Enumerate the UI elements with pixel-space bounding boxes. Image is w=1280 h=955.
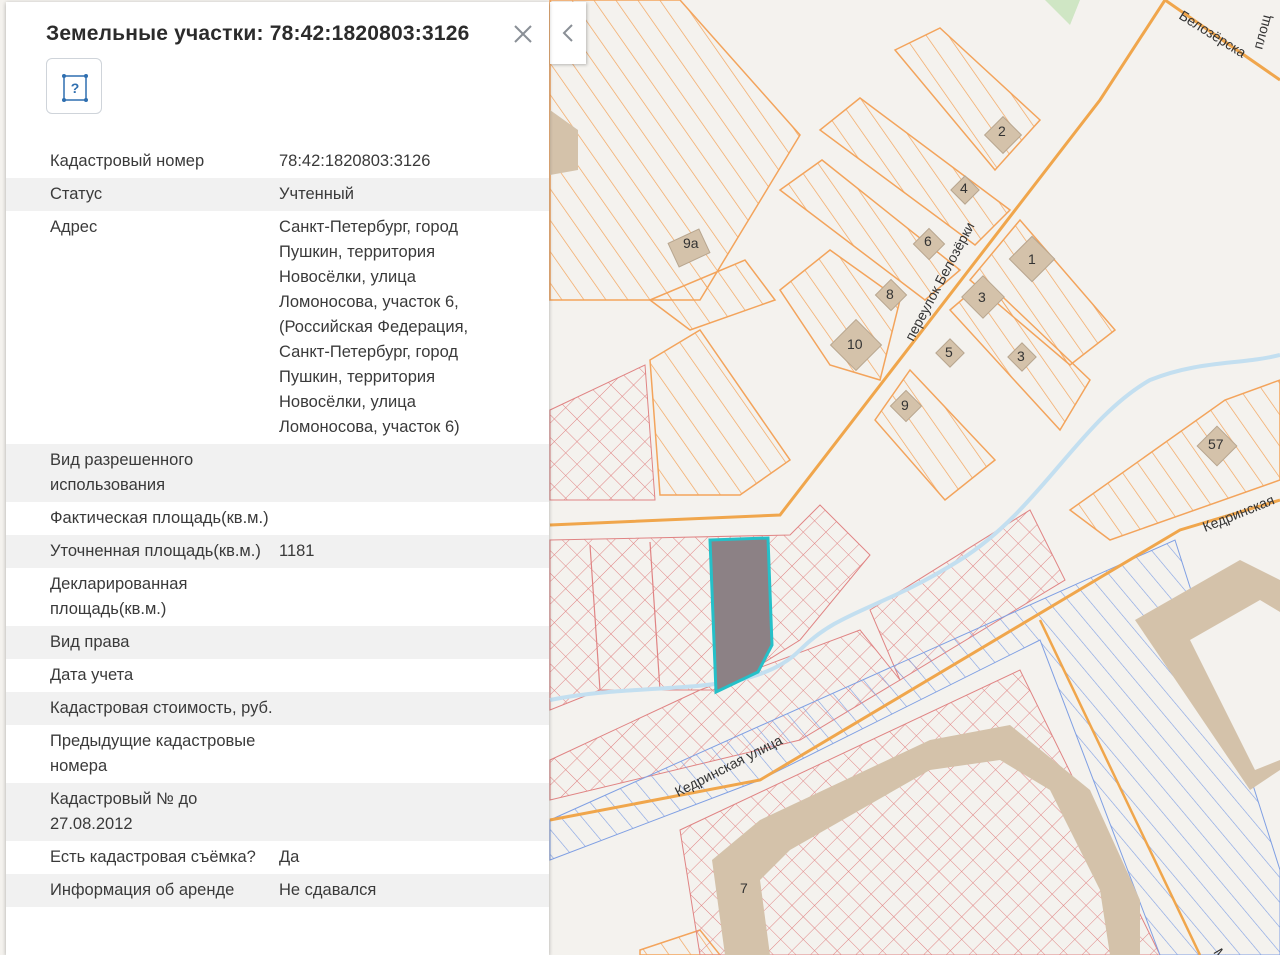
property-value — [279, 729, 509, 779]
house-number-label: 4 — [960, 180, 968, 196]
property-row: Кадастровый номер 78:42:1820803:3126 — [6, 145, 549, 178]
property-key: Вид права — [50, 633, 130, 651]
property-key: Есть кадастровая съёмка? — [50, 848, 256, 866]
house-number-label: 6 — [924, 233, 932, 249]
house-number-label: 57 — [1208, 436, 1224, 452]
property-value — [279, 630, 509, 655]
property-value: 1181 — [279, 542, 315, 560]
property-key: Кадастровая стоимость, руб. — [50, 699, 273, 717]
property-row: Есть кадастровая съёмка? Да — [6, 841, 549, 874]
property-key: Предыдущие кадастровые номера — [50, 732, 256, 775]
property-row: Фактическая площадь(кв.м.) — [6, 502, 549, 535]
house-number-label: 9 — [901, 397, 909, 413]
property-row: Предыдущие кадастровые номера — [6, 725, 549, 783]
property-value — [279, 696, 509, 721]
house-number-label: 7 — [740, 880, 748, 896]
house-number-label: 3 — [1017, 348, 1025, 364]
panel-title: Земельные участки: 78:42:1820803:3126 — [46, 22, 470, 45]
property-key: Статус — [50, 185, 103, 203]
svg-text:?: ? — [71, 80, 80, 96]
property-value: Не сдавался — [279, 881, 377, 899]
properties-table: Кадастровый номер 78:42:1820803:3126 Ста… — [6, 145, 549, 907]
property-key: Уточненная площадь(кв.м.) — [50, 542, 261, 560]
close-button[interactable] — [511, 22, 535, 46]
property-row: Адрес Санкт-Петербург, город Пушкин, тер… — [6, 211, 549, 444]
property-row: Информация об аренде Не сдавался — [6, 874, 549, 907]
property-key: Кадастровый номер — [50, 152, 205, 170]
parcel-question-icon: ? — [62, 74, 88, 102]
property-row: Вид разрешенного использования — [6, 444, 549, 502]
close-icon — [514, 25, 532, 43]
property-value — [279, 787, 509, 837]
chevron-left-icon — [562, 24, 573, 42]
object-type-button[interactable]: ? — [46, 58, 102, 114]
property-row: Кадастровая стоимость, руб. — [6, 692, 549, 725]
property-row: Декларированная площадь(кв.м.) — [6, 568, 549, 626]
property-key: Вид разрешенного использования — [50, 451, 194, 494]
property-value: Санкт-Петербург, город Пушкин, территори… — [279, 218, 469, 436]
property-value: Учтенный — [279, 185, 354, 203]
house-number-label: 8 — [886, 286, 894, 302]
property-key: Фактическая площадь(кв.м.) — [50, 509, 269, 527]
property-value — [279, 572, 509, 622]
house-number-label: 5 — [945, 344, 953, 360]
property-value — [279, 663, 509, 688]
house-number-label: 1 — [1028, 251, 1036, 267]
house-number-label: 10 — [847, 336, 863, 352]
property-key: Декларированная площадь(кв.м.) — [50, 575, 188, 618]
house-number-label: 3 — [978, 289, 986, 305]
property-key: Дата учета — [50, 666, 134, 684]
property-value — [279, 448, 509, 498]
property-key: Информация об аренде — [50, 881, 235, 899]
property-key: Адрес — [50, 218, 98, 236]
property-value — [279, 506, 509, 531]
property-value: 78:42:1820803:3126 — [279, 152, 431, 170]
property-row: Кадастровый № до 27.08.2012 — [6, 783, 549, 841]
property-key: Кадастровый № до 27.08.2012 — [50, 790, 198, 833]
house-number-label: 9а — [683, 235, 699, 251]
collapse-panel-button[interactable] — [550, 2, 586, 64]
property-row: Статус Учтенный — [6, 178, 549, 211]
house-number-label: 2 — [998, 123, 1006, 139]
info-panel: Земельные участки: 78:42:1820803:3126 ? … — [6, 2, 549, 955]
property-value: Да — [279, 848, 300, 866]
property-row: Вид права — [6, 626, 549, 659]
property-row: Дата учета — [6, 659, 549, 692]
property-row: Уточненная площадь(кв.м.) 1181 — [6, 535, 549, 568]
